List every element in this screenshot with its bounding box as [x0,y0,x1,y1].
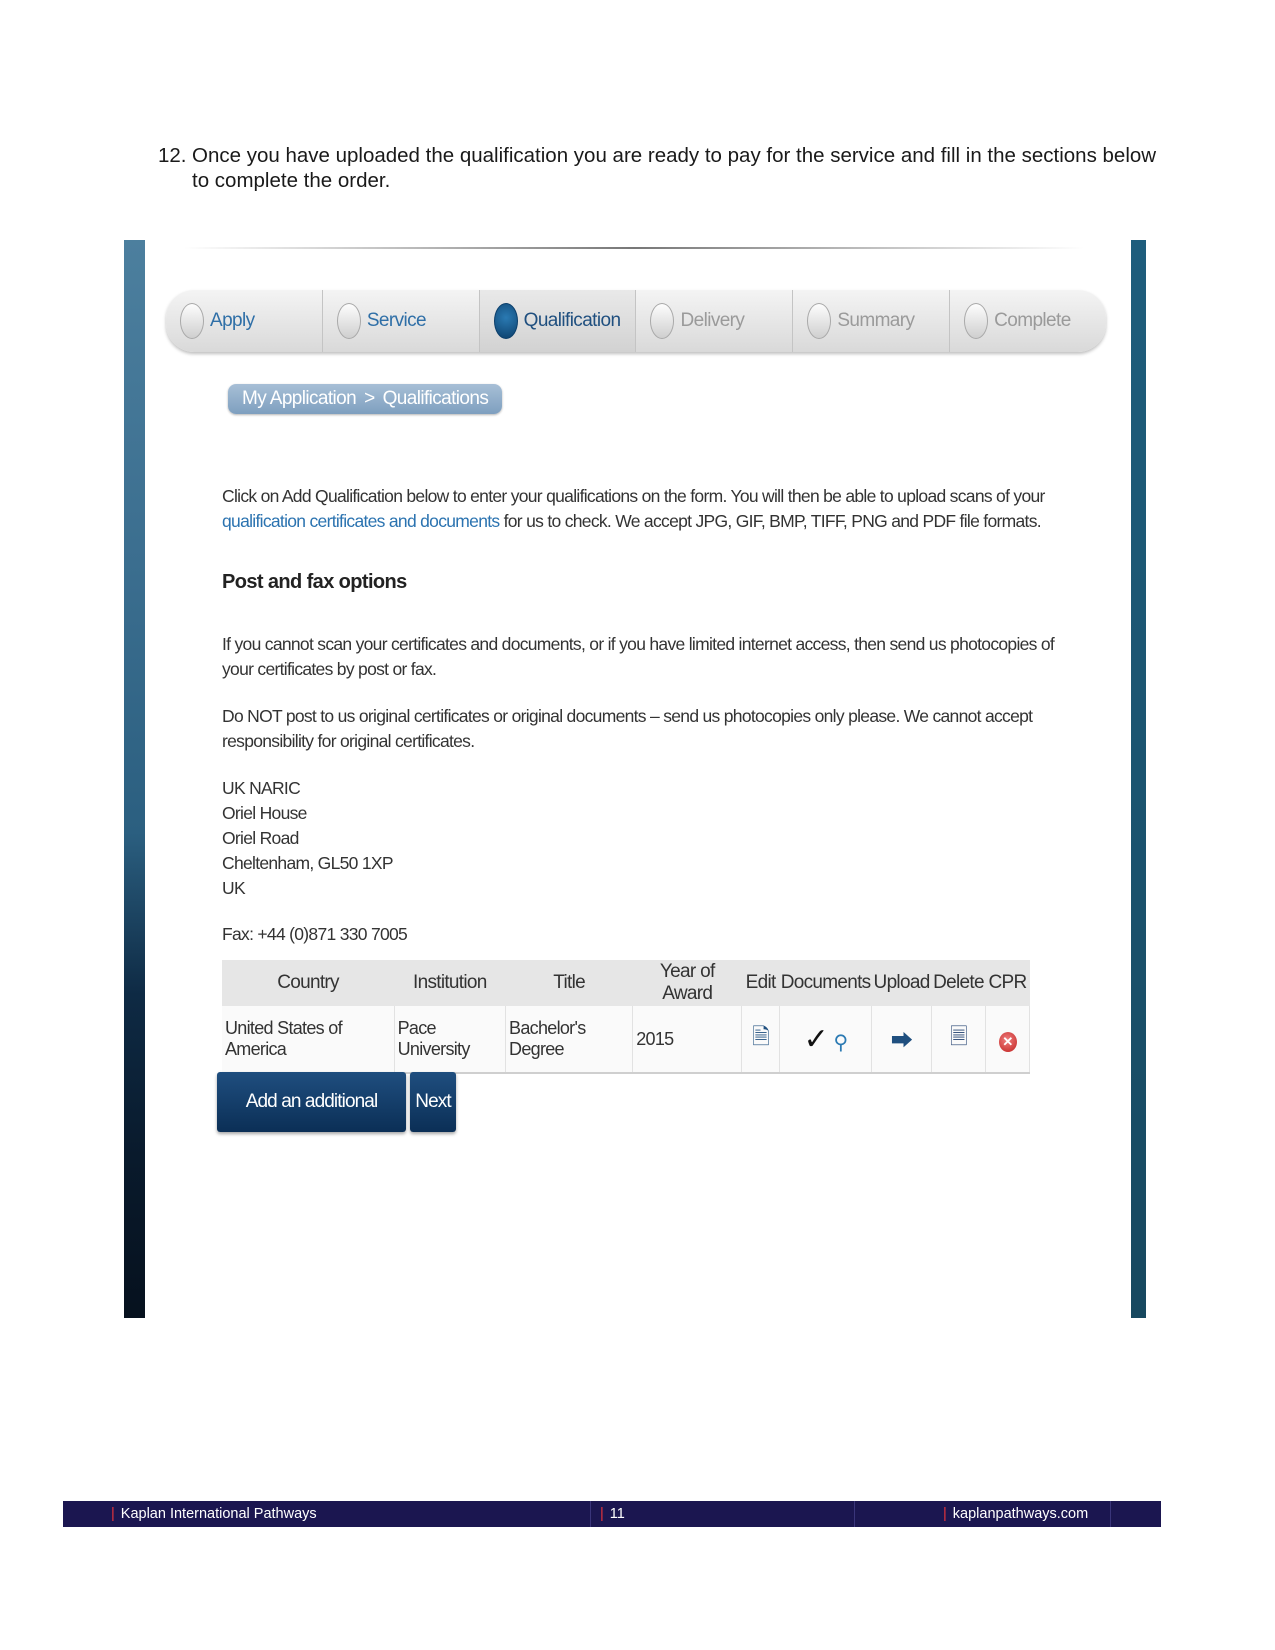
edit-document-icon[interactable]: 🗎 [752,1024,770,1049]
post-fax-heading: Post and fax options [222,571,407,593]
footer-divider-mark: | [111,1506,115,1522]
cell-delete: 🗏 [931,1006,986,1074]
top-divider [184,247,1084,249]
step-delivery[interactable]: Delivery [636,290,794,352]
address-line: Oriel Road [222,828,299,848]
step-qualification[interactable]: Qualification [479,290,637,352]
header-cpr: CPR [985,960,1030,1006]
table-header-row: Country Institution Title Year of Award … [222,960,1030,1006]
step-label: Qualification [523,310,621,331]
address-line: Cheltenham, GL50 1XP [222,853,394,873]
magnifier-icon[interactable]: ⚲ [834,1032,849,1054]
breadcrumb-current: Qualifications [382,388,489,409]
header-year: Year of Award [632,960,742,1006]
intro-paragraph: Click on Add Qualification below to ente… [222,484,1062,534]
step-circle-icon [964,303,989,339]
address-line: Oriel House [222,803,307,823]
step-label: Summary [837,310,915,331]
do-not-post-paragraph: Do NOT post to us original certificates … [222,706,1033,751]
next-button[interactable]: Next [410,1072,456,1132]
footer-divider-mark: | [943,1506,947,1522]
upload-arrow-icon[interactable]: ⮕ [891,1028,913,1053]
cell-edit: 🗎 [741,1006,781,1074]
footer-separator [590,1501,591,1527]
step-complete[interactable]: Complete [950,290,1106,352]
left-decorative-bar [124,240,145,1318]
step-label: Apply [210,310,255,331]
header-documents: Documents [779,960,872,1006]
red-x-icon[interactable]: ✕ [998,1032,1017,1052]
page-footer: | Kaplan International Pathways | 11 | kapl… [63,1501,1161,1527]
footer-center: | 11 [600,1501,625,1527]
add-qualification-button[interactable]: Add an additional qualification [217,1072,406,1172]
address-line: UK [222,878,246,898]
instruction-body: Once you have uploaded the qualification… [192,144,1157,192]
right-decorative-bar [1131,240,1146,1318]
step-label: Service [366,310,427,331]
cell-cpr: ✕ [985,1006,1030,1074]
address-line: UK NARIC [222,778,301,798]
checkmark-icon: ✓ [803,1022,829,1056]
header-title: Title [505,960,633,1006]
step-circle-icon [493,303,518,339]
cell-institution: Pace University [394,1006,507,1074]
footer-separator [1110,1501,1111,1527]
step-circle-icon [650,303,675,339]
fax-number: Fax: +44 (0)871 330 7005 [222,924,408,944]
table-row: United States of America Pace University… [222,1006,1030,1074]
footer-org-name: Kaplan International Pathways [120,1506,317,1522]
footer-divider-mark: | [600,1506,604,1522]
cell-upload: ⮕ [871,1006,933,1074]
footer-right: | kaplanpathways.com [943,1501,1088,1527]
cell-country: United States of America [222,1006,395,1074]
cell-year: 2015 [632,1006,743,1074]
postal-address: UK NARIC Oriel House Oriel Road Cheltenh… [222,776,1062,901]
footer-website[interactable]: kaplanpathways.com [953,1506,1088,1522]
progress-steps: Apply Service Qualification Delivery Sum… [166,290,1106,352]
delete-document-icon[interactable]: 🗏 [950,1024,968,1049]
step-label: Complete [994,310,1071,331]
intro-text-after: for us to check. We accept JPG, GIF, BMP… [499,511,1042,531]
step-circle-icon [180,303,204,339]
step-label: Delivery [680,310,745,331]
cell-documents: ✓ ⚲ [779,1006,873,1074]
qualifications-table: Country Institution Title Year of Award … [222,960,1030,1074]
step-service[interactable]: Service [323,290,480,352]
breadcrumb: My Application > Qualifications [228,384,503,414]
footer-left: | Kaplan International Pathways [111,1501,317,1527]
qualification-docs-link[interactable]: qualification certificates and documents [222,511,500,531]
breadcrumb-separator-icon: > [364,388,375,409]
instruction-text: 12. Once you have uploaded the qualificat… [158,143,1177,193]
step-summary[interactable]: Summary [793,290,951,352]
breadcrumb-root[interactable]: My Application [242,388,357,409]
step-circle-icon [807,303,832,339]
intro-text-before: Click on Add Qualification below to ente… [222,486,1045,506]
header-delete: Delete [931,960,986,1006]
instruction-number: 12. [158,144,187,167]
header-upload: Upload [871,960,932,1006]
cell-title: Bachelor's Degree [505,1006,634,1074]
step-circle-icon [336,303,361,339]
header-edit: Edit [741,960,780,1006]
post-fax-paragraph: If you cannot scan your certificates and… [222,634,1055,679]
footer-page-number: 11 [609,1506,625,1522]
header-country: Country [222,960,395,1006]
screenshot-frame: Apply Service Qualification Delivery Sum… [124,240,1146,1318]
step-apply[interactable]: Apply [166,290,323,352]
footer-separator [854,1501,855,1527]
header-institution: Institution [394,960,506,1006]
